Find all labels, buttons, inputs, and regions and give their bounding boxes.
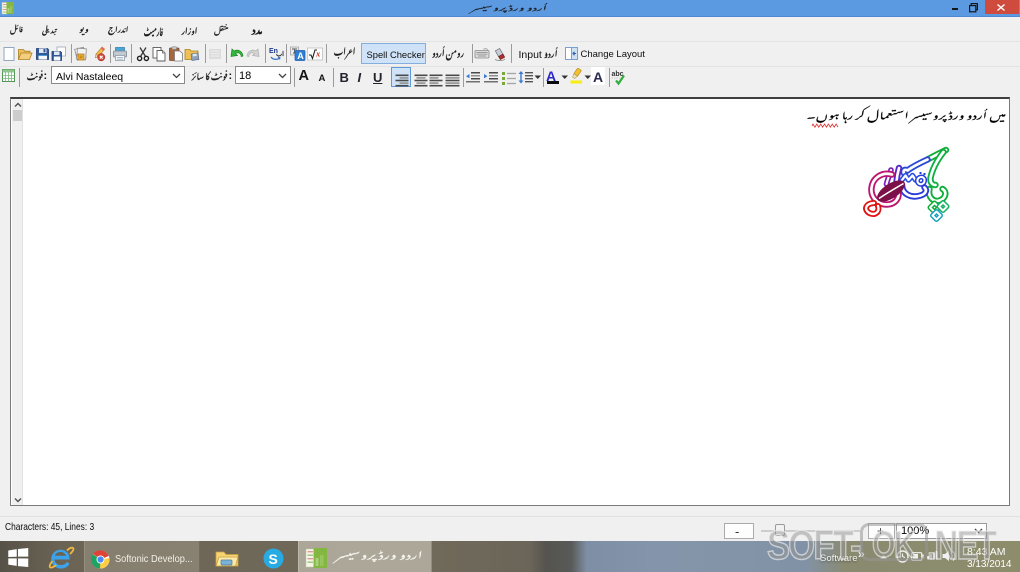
svg-text:x: x (315, 48, 321, 58)
svg-text:اب: اب (276, 50, 284, 58)
svg-text:A: A (297, 51, 304, 61)
svg-text:S: S (269, 551, 278, 567)
